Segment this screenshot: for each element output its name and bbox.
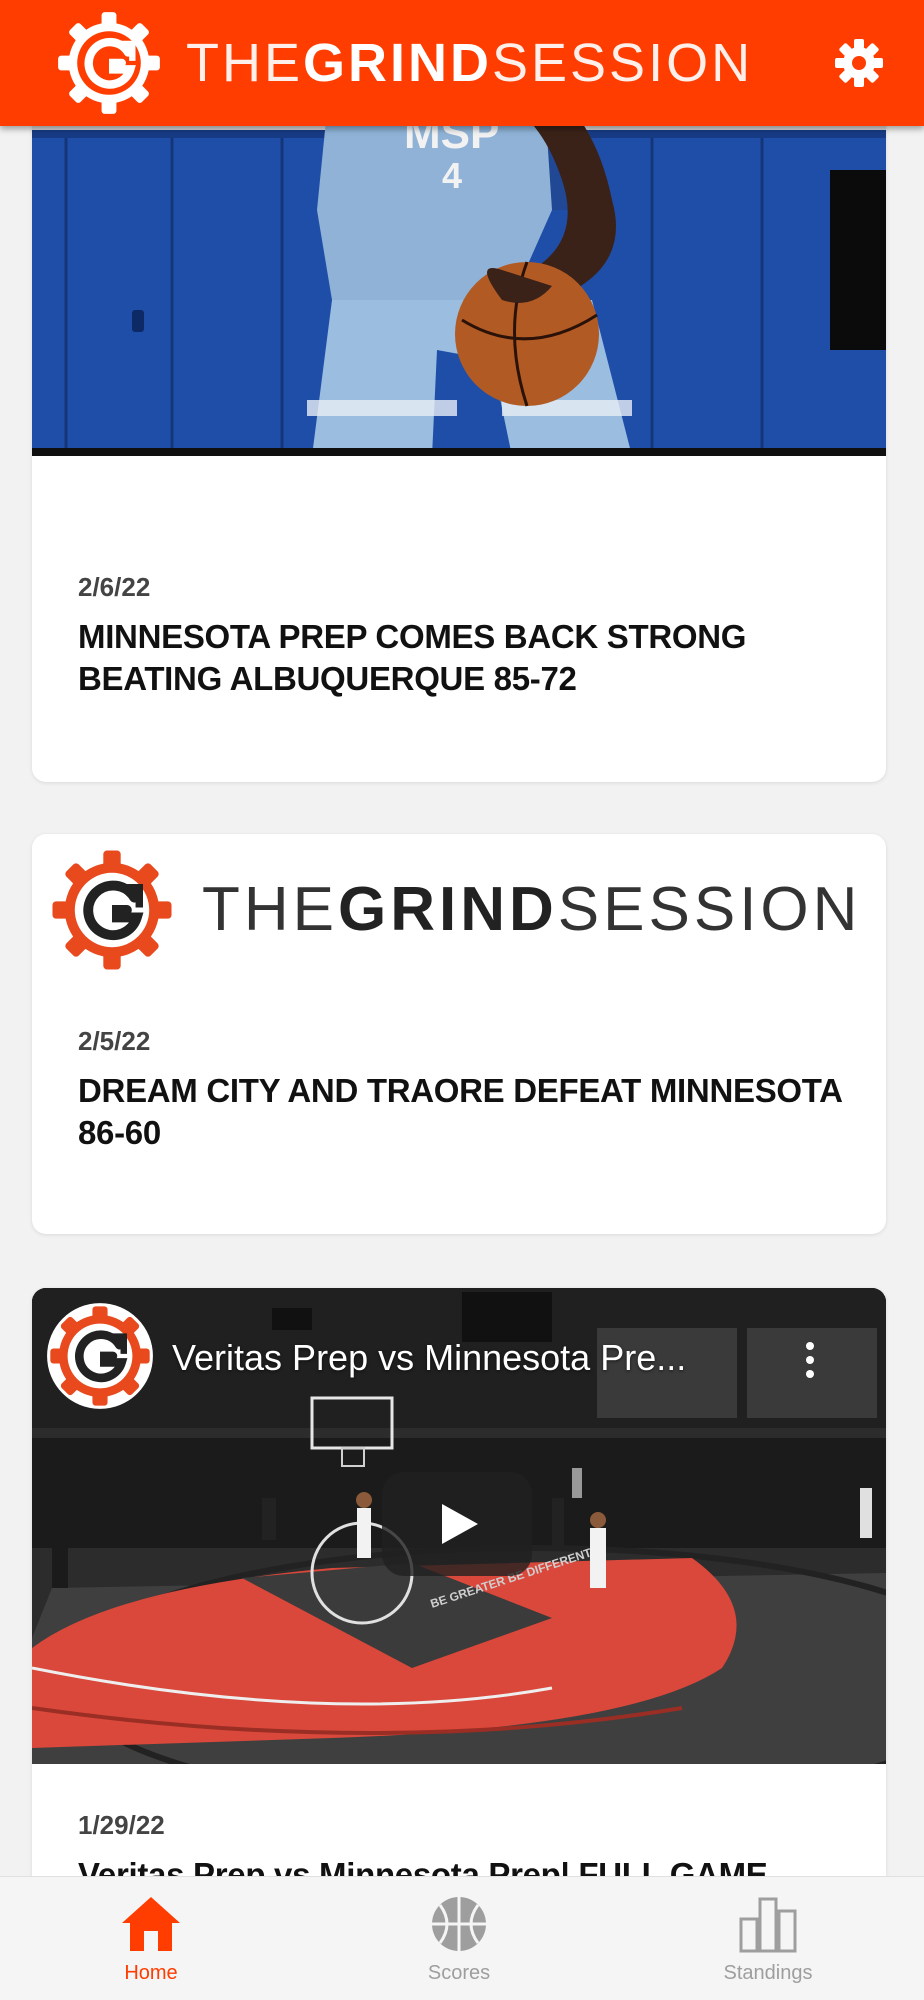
news-card[interactable]: MSP 4 2/6/22 MINNESOTA PREP COMES BACK S… [32, 60, 886, 782]
bar-chart-icon [739, 1897, 797, 1953]
grind-session-logo-icon[interactable] [56, 10, 162, 116]
card-text: 2/5/22 DREAM CITY AND TRAORE DEFEAT MINN… [78, 1026, 846, 1154]
play-button[interactable] [382, 1472, 532, 1576]
news-card[interactable]: THEGRINDSESSION 2/5/22 DREAM CITY AND TR… [32, 834, 886, 1234]
brand-prefix: THE [186, 33, 303, 93]
video-title[interactable]: Veritas Prep vs Minnesota Pre... [172, 1336, 772, 1380]
app-header: THEGRINDSESSION [0, 0, 924, 126]
video-card[interactable]: BE GREATER BE DIFFERENT Veritas Prep vs … [32, 1288, 886, 1928]
channel-logo-icon[interactable] [46, 1302, 154, 1410]
grind-session-wordmark: THEGRINDSESSION [202, 874, 861, 946]
brand-bold: GRIND [338, 875, 558, 944]
brand-suffix: SESSION [557, 875, 862, 944]
nav-label-standings: Standings [723, 1962, 813, 1984]
more-vertical-icon[interactable] [792, 1338, 828, 1382]
basketball-icon [432, 1897, 486, 1951]
card-date: 2/6/22 [78, 572, 151, 602]
card-date: 1/29/22 [78, 1810, 165, 1840]
card-title[interactable]: DREAM CITY AND TRAORE DEFEAT MINNESOTA 8… [78, 1070, 846, 1154]
card-date: 2/5/22 [78, 1026, 151, 1056]
app-root: MSP 4 2/6/22 MINNESOTA PREP COMES BACK S… [0, 0, 924, 2000]
brand-prefix: THE [202, 875, 338, 944]
gear-icon[interactable] [834, 38, 884, 88]
brand-bold: GRIND [303, 33, 492, 93]
grind-session-logo-icon [52, 850, 172, 970]
nav-label-home: Home [124, 1962, 178, 1984]
nav-item-standings[interactable]: Standings [668, 1877, 868, 2000]
jersey-number: 4 [442, 155, 462, 196]
nav-label-scores: Scores [427, 1962, 491, 1984]
card-text: 2/6/22 MINNESOTA PREP COMES BACK STRONG … [78, 572, 846, 700]
header-wordmark: THEGRINDSESSION [186, 30, 753, 96]
bottom-navigation: Home Scores Standings [0, 1876, 924, 2000]
brand-suffix: SESSION [492, 33, 754, 93]
grind-session-logo: THEGRINDSESSION [32, 834, 886, 984]
card-title[interactable]: MINNESOTA PREP COMES BACK STRONG BEATING… [78, 616, 846, 700]
nav-item-scores[interactable]: Scores [359, 1877, 559, 2000]
play-icon [442, 1504, 478, 1544]
home-icon [122, 1897, 180, 1951]
nav-item-home[interactable]: Home [51, 1877, 251, 2000]
video-player[interactable]: BE GREATER BE DIFFERENT Veritas Prep vs … [32, 1288, 886, 1764]
